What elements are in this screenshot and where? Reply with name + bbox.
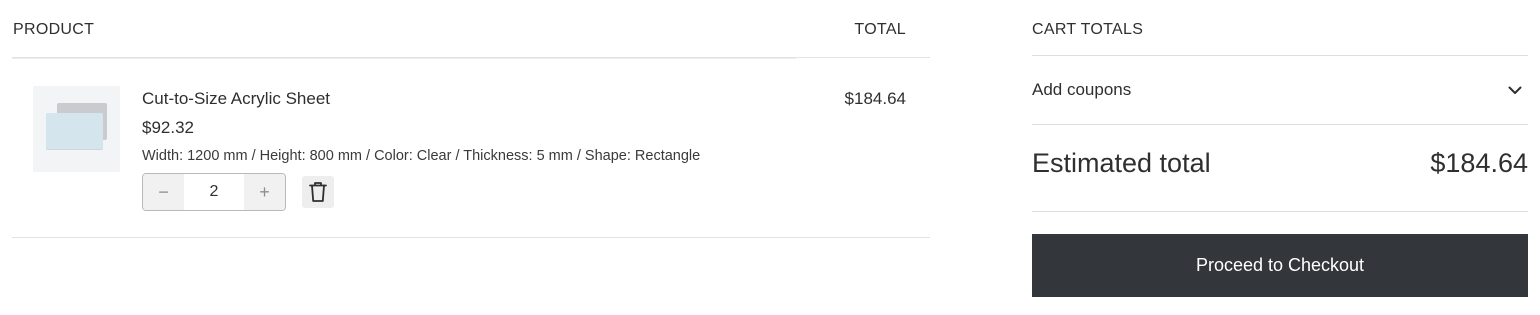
estimated-total-value: $184.64 (1430, 148, 1528, 178)
proceed-to-checkout-button[interactable]: Proceed to Checkout (1032, 234, 1528, 297)
product-attributes: Width: 1200 mm / Height: 800 mm / Color:… (142, 148, 701, 164)
increase-quantity-button[interactable]: + (244, 174, 285, 210)
cart-totals-title: CART TOTALS (1032, 21, 1144, 38)
estimated-total-label: Estimated total (1032, 148, 1211, 178)
totals-divider (1032, 211, 1528, 212)
column-header-product: PRODUCT (13, 21, 95, 38)
quantity-stepper: − 2 + (142, 173, 286, 211)
product-thumbnail[interactable] (33, 86, 120, 172)
product-line-total: $184.64 (844, 89, 906, 108)
totals-divider (1032, 124, 1528, 125)
trash-icon (309, 182, 327, 202)
header-divider-shadow (12, 58, 796, 59)
quantity-input[interactable]: 2 (184, 174, 244, 210)
product-name-link[interactable]: Cut-to-Size Acrylic Sheet (142, 89, 330, 109)
chevron-down-icon (1506, 81, 1524, 99)
remove-item-button[interactable] (302, 176, 334, 208)
product-unit-price: $92.32 (142, 118, 194, 137)
row-divider (12, 237, 930, 238)
acrylic-sheet-front-image (46, 113, 103, 149)
decrease-quantity-button[interactable]: − (143, 174, 184, 210)
cart-items-table: PRODUCT TOTAL Cut-to-Size Acrylic Sheet … (12, 0, 930, 240)
cart-totals-panel: CART TOTALS Add coupons Estimated total … (1032, 0, 1528, 315)
add-coupons-toggle[interactable]: Add coupons (1032, 56, 1528, 124)
add-coupons-label: Add coupons (1032, 80, 1132, 99)
column-header-total: TOTAL (854, 21, 906, 38)
